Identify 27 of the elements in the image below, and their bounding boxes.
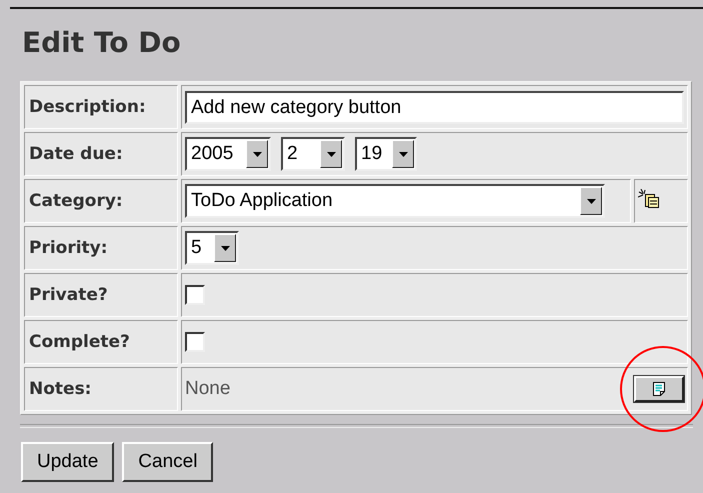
category-select[interactable]: ToDo Application [185, 184, 605, 218]
field-label: Date due: [24, 132, 178, 176]
form-button[interactable]: Update [21, 442, 114, 482]
priority-select[interactable]: 5 [185, 231, 239, 265]
page-title: Edit To Do [21, 25, 182, 61]
date-select[interactable]: 2005 [185, 137, 271, 171]
dropdown-arrow-icon [252, 152, 262, 156]
field-label: Priority: [24, 226, 178, 270]
dropdown-arrow-icon [220, 246, 230, 250]
field-label: Notes: [24, 367, 178, 411]
checkbox[interactable] [185, 332, 205, 352]
form-button[interactable]: Cancel [122, 442, 214, 482]
field-label: Complete? [24, 320, 178, 364]
dropdown-arrow-icon [586, 198, 596, 204]
field-label: Description: [24, 85, 178, 129]
description-field[interactable]: Add new category button [185, 90, 684, 124]
checkbox[interactable] [185, 285, 205, 306]
date-select[interactable]: 19 [355, 137, 417, 171]
dropdown-arrow-icon [398, 152, 408, 156]
document-icon [652, 381, 666, 397]
field-label: Private? [24, 273, 178, 317]
date-select[interactable]: 2 [281, 137, 345, 171]
dropdown-arrow-icon [326, 152, 336, 156]
field-label: Category: [24, 179, 178, 223]
new-note-icon[interactable] [638, 189, 660, 209]
notes-text: None [185, 378, 230, 400]
notes-button[interactable] [634, 376, 684, 402]
